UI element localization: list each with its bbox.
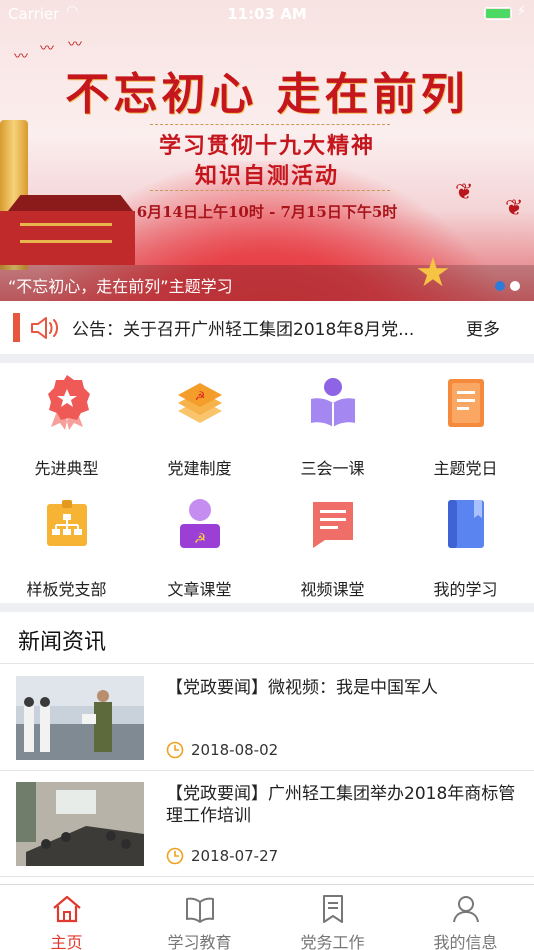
tab-label: 学习教育 (167, 933, 232, 950)
charging-icon: ⚡ (516, 4, 526, 19)
article-card-icon (313, 502, 353, 548)
tab-my-info[interactable]: 我的信息 (399, 885, 532, 950)
news-list-item[interactable]: 【党政要闻】广州轻工集团举办2018年商标管理工作培训 2018-07-27 (0, 771, 534, 877)
news-thumbnail (16, 782, 144, 866)
bookmark-icon (323, 895, 343, 923)
feature-party-rules[interactable]: ☭ 党建制度 (133, 363, 266, 483)
banner-caption: “不忘初心，走在前列”主题学习 (8, 277, 233, 296)
tab-label: 我的信息 (433, 933, 498, 950)
feature-model-branch[interactable]: 样板党支部 (0, 484, 133, 604)
home-icon (53, 895, 81, 923)
feature-advanced-models[interactable]: 先进典型 (0, 363, 133, 483)
star-icon: ★ (415, 250, 451, 296)
bird-icon: 〰 (40, 41, 54, 57)
feature-label: 三会一课 (300, 459, 365, 478)
divider (150, 190, 390, 191)
banner-subtitle: 知识自测活动 (194, 163, 339, 189)
news-date: 2018-08-02 (191, 741, 279, 759)
svg-text:☭: ☭ (195, 389, 206, 403)
party-documents-icon: ☭ (178, 383, 222, 423)
svg-text:☭: ☭ (194, 531, 207, 547)
bottom-tab-bar: 主页 学习教育 党务工作 我的信息 (0, 884, 534, 950)
feature-my-study[interactable]: 我的学习 (399, 484, 532, 604)
announcement-bar[interactable]: 公告：关于召开广州轻工集团2018年8月党... 更多 (0, 301, 534, 354)
user-icon (453, 896, 479, 923)
battery-icon (484, 7, 512, 20)
feature-label: 主题党日 (433, 459, 498, 478)
open-book-icon (186, 897, 214, 923)
section-separator (0, 603, 534, 612)
feature-label: 文章课堂 (167, 580, 232, 599)
study-book-icon (448, 500, 484, 548)
banner-carousel[interactable]: Carrier ◠ 11:03 AM ⚡ 〰 〰 〰 ❦ ❦ 不忘初心 走在前列… (0, 0, 534, 301)
feature-label: 先进典型 (34, 459, 99, 478)
divider (150, 124, 390, 125)
feature-three-meetings[interactable]: 三会一课 (266, 363, 399, 483)
banner-dates: 6月14日上午10时 - 7月15日下午5时 (136, 203, 398, 221)
tab-party-work[interactable]: 党务工作 (266, 885, 399, 950)
feature-label: 党建制度 (167, 459, 232, 478)
more-link[interactable]: 更多 (466, 315, 500, 340)
accent-bar (13, 313, 20, 342)
bird-icon: 〰 (68, 37, 82, 53)
feature-video-class[interactable]: 视频课堂 (266, 484, 399, 604)
banner-headline: 不忘初心 走在前列 (65, 69, 469, 120)
clock-icon (166, 741, 184, 759)
news-title: 【党政要闻】微视频：我是中国军人 (166, 678, 438, 698)
tab-label: 主页 (50, 933, 83, 950)
carousel-dot[interactable] (510, 281, 520, 291)
tab-label: 党务工作 (300, 933, 365, 950)
clock-icon (166, 847, 184, 865)
status-bar: Carrier ◠ 11:03 AM ⚡ (0, 0, 534, 28)
news-date: 2018-07-27 (191, 847, 279, 865)
award-ribbon-icon (48, 375, 90, 430)
reader-book-icon (311, 378, 355, 427)
notebook-icon (448, 379, 484, 427)
tab-study[interactable]: 学习教育 (133, 885, 266, 950)
banner-subtitle: 学习贯彻十九大精神 (158, 133, 375, 159)
tab-home[interactable]: 主页 (0, 885, 133, 950)
carousel-dot-active[interactable] (495, 281, 505, 291)
feature-label: 视频课堂 (300, 580, 365, 599)
feature-grid: 先进典型 ☭ 党建制度 三会一课 主题党日 样板党支部 ☭ 文章课堂 视频课堂 … (0, 363, 534, 604)
section-separator (0, 354, 534, 363)
news-section-header: 新闻资讯 (0, 612, 534, 664)
feature-label: 我的学习 (433, 580, 498, 599)
feature-theme-day[interactable]: 主题党日 (399, 363, 532, 483)
feature-label: 样板党支部 (26, 580, 107, 599)
section-title: 新闻资讯 (18, 630, 107, 655)
party-member-icon: ☭ (180, 499, 220, 548)
news-thumbnail (16, 676, 144, 760)
status-time: 11:03 AM (227, 5, 307, 23)
speaker-icon (31, 317, 58, 339)
feature-article-class[interactable]: ☭ 文章课堂 (133, 484, 266, 604)
org-chart-icon (47, 500, 87, 546)
carousel-indicator (490, 276, 520, 295)
news-list-item[interactable]: 【党政要闻】微视频：我是中国军人 2018-08-02 (0, 665, 534, 771)
news-title: 【党政要闻】广州轻工集团举办2018年商标管理工作培训 (166, 784, 516, 826)
announcement-text[interactable]: 公告：关于召开广州轻工集团2018年8月党... (72, 315, 442, 340)
